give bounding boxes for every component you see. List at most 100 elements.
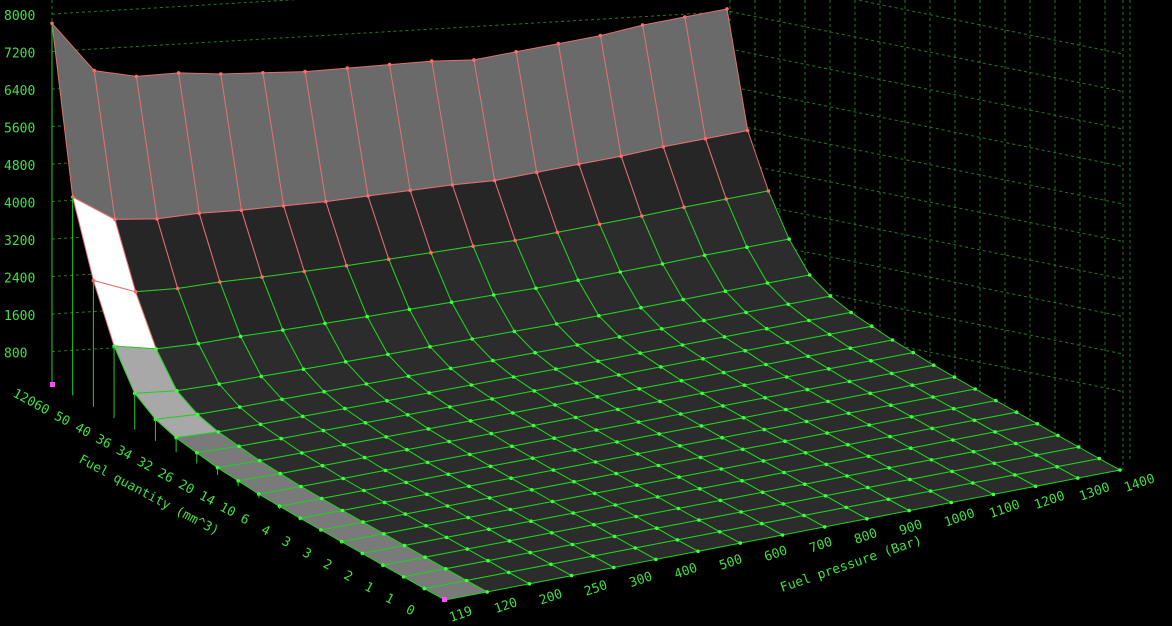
surface-node	[549, 531, 554, 535]
surface-node	[299, 484, 303, 489]
surface-node	[661, 145, 666, 149]
surface-node	[448, 366, 453, 371]
surface-node	[551, 468, 556, 472]
surface-node	[422, 586, 427, 591]
surface-node	[849, 310, 853, 315]
surface-node	[472, 58, 476, 62]
surface-node	[992, 461, 997, 466]
quantity-tick-label: 50	[52, 409, 73, 430]
surface-node	[677, 475, 681, 479]
surface-node	[319, 496, 324, 501]
surface-node	[238, 405, 242, 409]
z-tick-label: 5600	[4, 122, 35, 137]
surface-node	[402, 543, 407, 548]
surface-node	[760, 490, 765, 495]
surface-node	[698, 487, 702, 491]
surface-node	[765, 281, 770, 285]
surface-node	[429, 59, 434, 63]
surface-node	[385, 399, 389, 403]
surface-node	[660, 262, 665, 266]
pressure-tick-label: 250	[582, 578, 609, 600]
quantity-tick-label: 6	[238, 511, 252, 528]
surface-node	[782, 470, 786, 475]
surface-node	[345, 66, 350, 70]
surface-node	[450, 183, 455, 187]
surface-node	[427, 391, 432, 395]
surface-node	[703, 136, 708, 141]
surface-node	[489, 431, 494, 436]
surface-node	[324, 199, 328, 204]
surface-node	[784, 375, 789, 379]
surface-node	[261, 71, 265, 75]
corner-marker	[442, 597, 447, 602]
surface-node	[697, 518, 701, 522]
surface-node	[676, 506, 681, 511]
surface-node	[507, 539, 512, 543]
surface-node	[766, 189, 771, 193]
surface-node	[513, 238, 517, 243]
surface-node	[386, 352, 390, 357]
surface-node	[657, 432, 661, 436]
surface-node	[592, 522, 596, 527]
surface-node	[300, 414, 305, 419]
surface-node	[700, 391, 704, 396]
surface-node	[803, 482, 807, 487]
surface-node	[533, 350, 537, 355]
pressure-tick-label: 1300	[1077, 480, 1111, 504]
surface-node	[865, 517, 869, 521]
surface-node	[993, 430, 997, 434]
surface-node	[218, 280, 222, 284]
surface-node	[616, 373, 621, 377]
surface-node	[509, 476, 513, 481]
surface-node	[973, 387, 977, 391]
surface-node	[320, 463, 325, 468]
surface-node	[444, 535, 449, 540]
surface-node	[570, 542, 575, 547]
surface-node	[382, 500, 387, 505]
surface-node	[471, 244, 475, 248]
surface-node	[445, 504, 450, 508]
surface-node	[407, 307, 412, 312]
surface-chart: 8000720064005600480040003200240016008001…	[4, 0, 1157, 626]
surface-node	[425, 460, 430, 465]
surface-node	[323, 321, 327, 326]
right-wall-gridline	[729, 123, 1124, 205]
surface-node	[807, 273, 812, 277]
surface-node	[446, 472, 451, 477]
surface-node	[702, 253, 707, 258]
surface-node	[514, 50, 518, 54]
surface-node	[780, 533, 785, 537]
surface-node	[511, 411, 515, 415]
surface-node	[683, 15, 687, 19]
surface-node	[511, 375, 516, 379]
surface-node	[764, 362, 768, 367]
surface-node	[576, 278, 580, 283]
surface-node	[486, 558, 490, 563]
surface-node	[635, 483, 639, 488]
surface-node	[847, 379, 852, 384]
surface-node	[613, 503, 618, 507]
pressure-tick-label: 1100	[987, 497, 1021, 521]
surface-node	[618, 270, 623, 274]
surface-node	[619, 154, 623, 158]
surface-node	[724, 197, 728, 201]
surface-node	[614, 471, 618, 476]
surface-node	[340, 508, 345, 513]
surface-node	[1033, 484, 1038, 489]
surface-node	[868, 391, 872, 396]
surface-node	[176, 71, 181, 75]
surface-node	[639, 305, 643, 310]
surface-node	[468, 419, 473, 423]
surface-node	[932, 363, 936, 368]
surface-node	[1118, 468, 1122, 472]
surface-node	[745, 245, 749, 249]
surface-node	[909, 415, 914, 419]
surface-node	[425, 492, 429, 497]
quantity-tick-label: 14	[196, 489, 217, 510]
quantity-tick-label: 4	[258, 523, 272, 540]
surface-node	[575, 343, 580, 347]
surface-node	[828, 294, 833, 298]
surface-node	[991, 492, 996, 497]
surface-node	[302, 269, 307, 274]
surface-node	[722, 335, 727, 339]
